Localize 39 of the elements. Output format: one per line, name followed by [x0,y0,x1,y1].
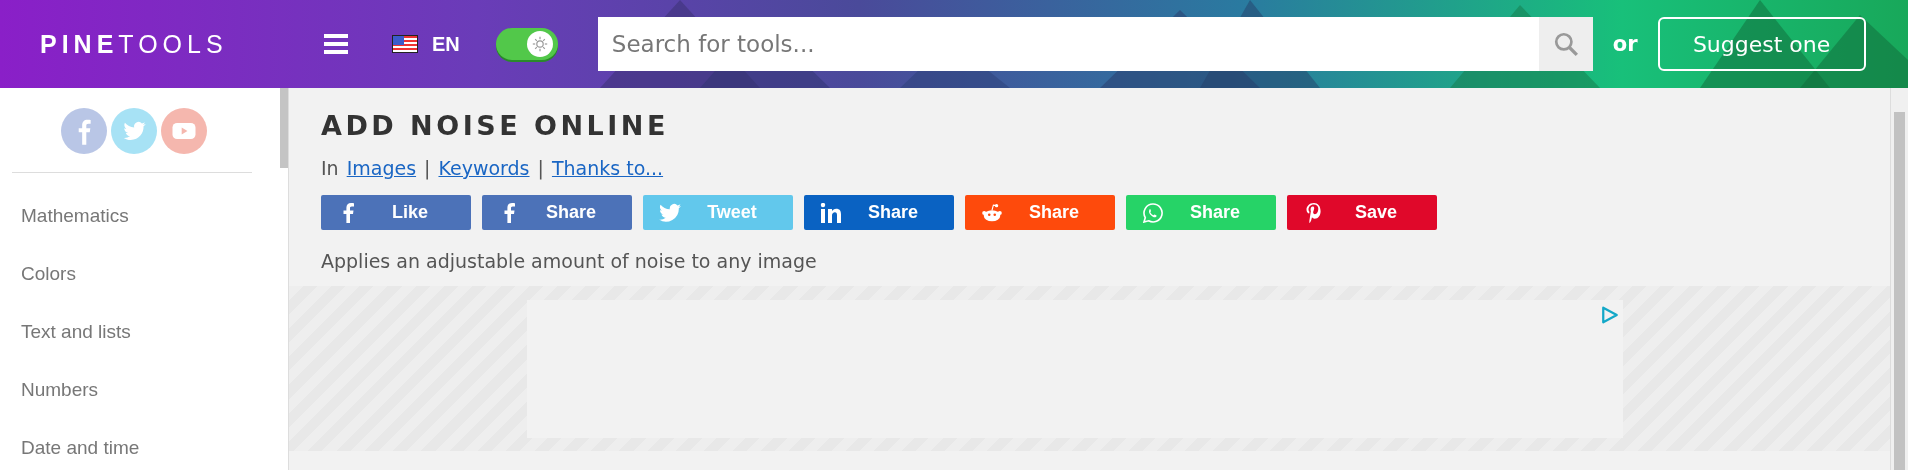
flag-icon [392,35,418,53]
menu-icon[interactable] [324,34,348,54]
scrollbar[interactable] [1890,88,1908,470]
category-link[interactable]: Images [346,157,417,179]
scrollbar-thumb[interactable] [280,88,288,168]
bird-icon [659,202,681,223]
share-button[interactable]: Share [965,195,1115,230]
alien-icon [981,202,1003,223]
category-link[interactable]: Mathematics [0,187,288,245]
linkedin-icon [820,202,842,223]
play-icon[interactable] [161,108,207,154]
breadcrumb-prefix: In [321,157,339,179]
play-triangle-icon[interactable] [1600,305,1619,324]
page-title: ADD NOISE ONLINE [321,110,670,141]
share-button[interactable]: Save [1287,195,1437,230]
logo[interactable]: PINETOOLS [40,29,324,59]
theme-toggle[interactable] [495,28,558,60]
phone-bubble-icon [1142,202,1164,223]
share-button[interactable]: Share [804,195,954,230]
category-link[interactable]: Text and lists [0,303,288,361]
category-link[interactable]: Keywords [438,157,530,179]
separator: | [424,157,431,179]
category-link[interactable]: Thanks to... [551,157,664,179]
share-button[interactable]: Share [482,195,632,230]
category-link[interactable]: Date and time [0,419,288,470]
separator: | [537,157,544,179]
search-button[interactable] [1538,17,1593,71]
search-icon [1552,31,1579,57]
suggest-button[interactable]: Suggest one [1657,17,1866,71]
facebook-icon[interactable] [61,108,107,154]
search-field[interactable]: Search for tools... [597,17,1539,71]
sun-icon [531,36,548,52]
tool-description: Applies an adjustable amount of noise to any image [321,250,818,272]
share-button[interactable]: Like [321,195,471,230]
or-label: or [1612,32,1638,56]
category-link[interactable]: Numbers [0,361,288,419]
twitter-icon[interactable] [111,108,157,154]
language-button[interactable]: EN [392,32,460,56]
category-link[interactable]: Colors [0,245,288,303]
